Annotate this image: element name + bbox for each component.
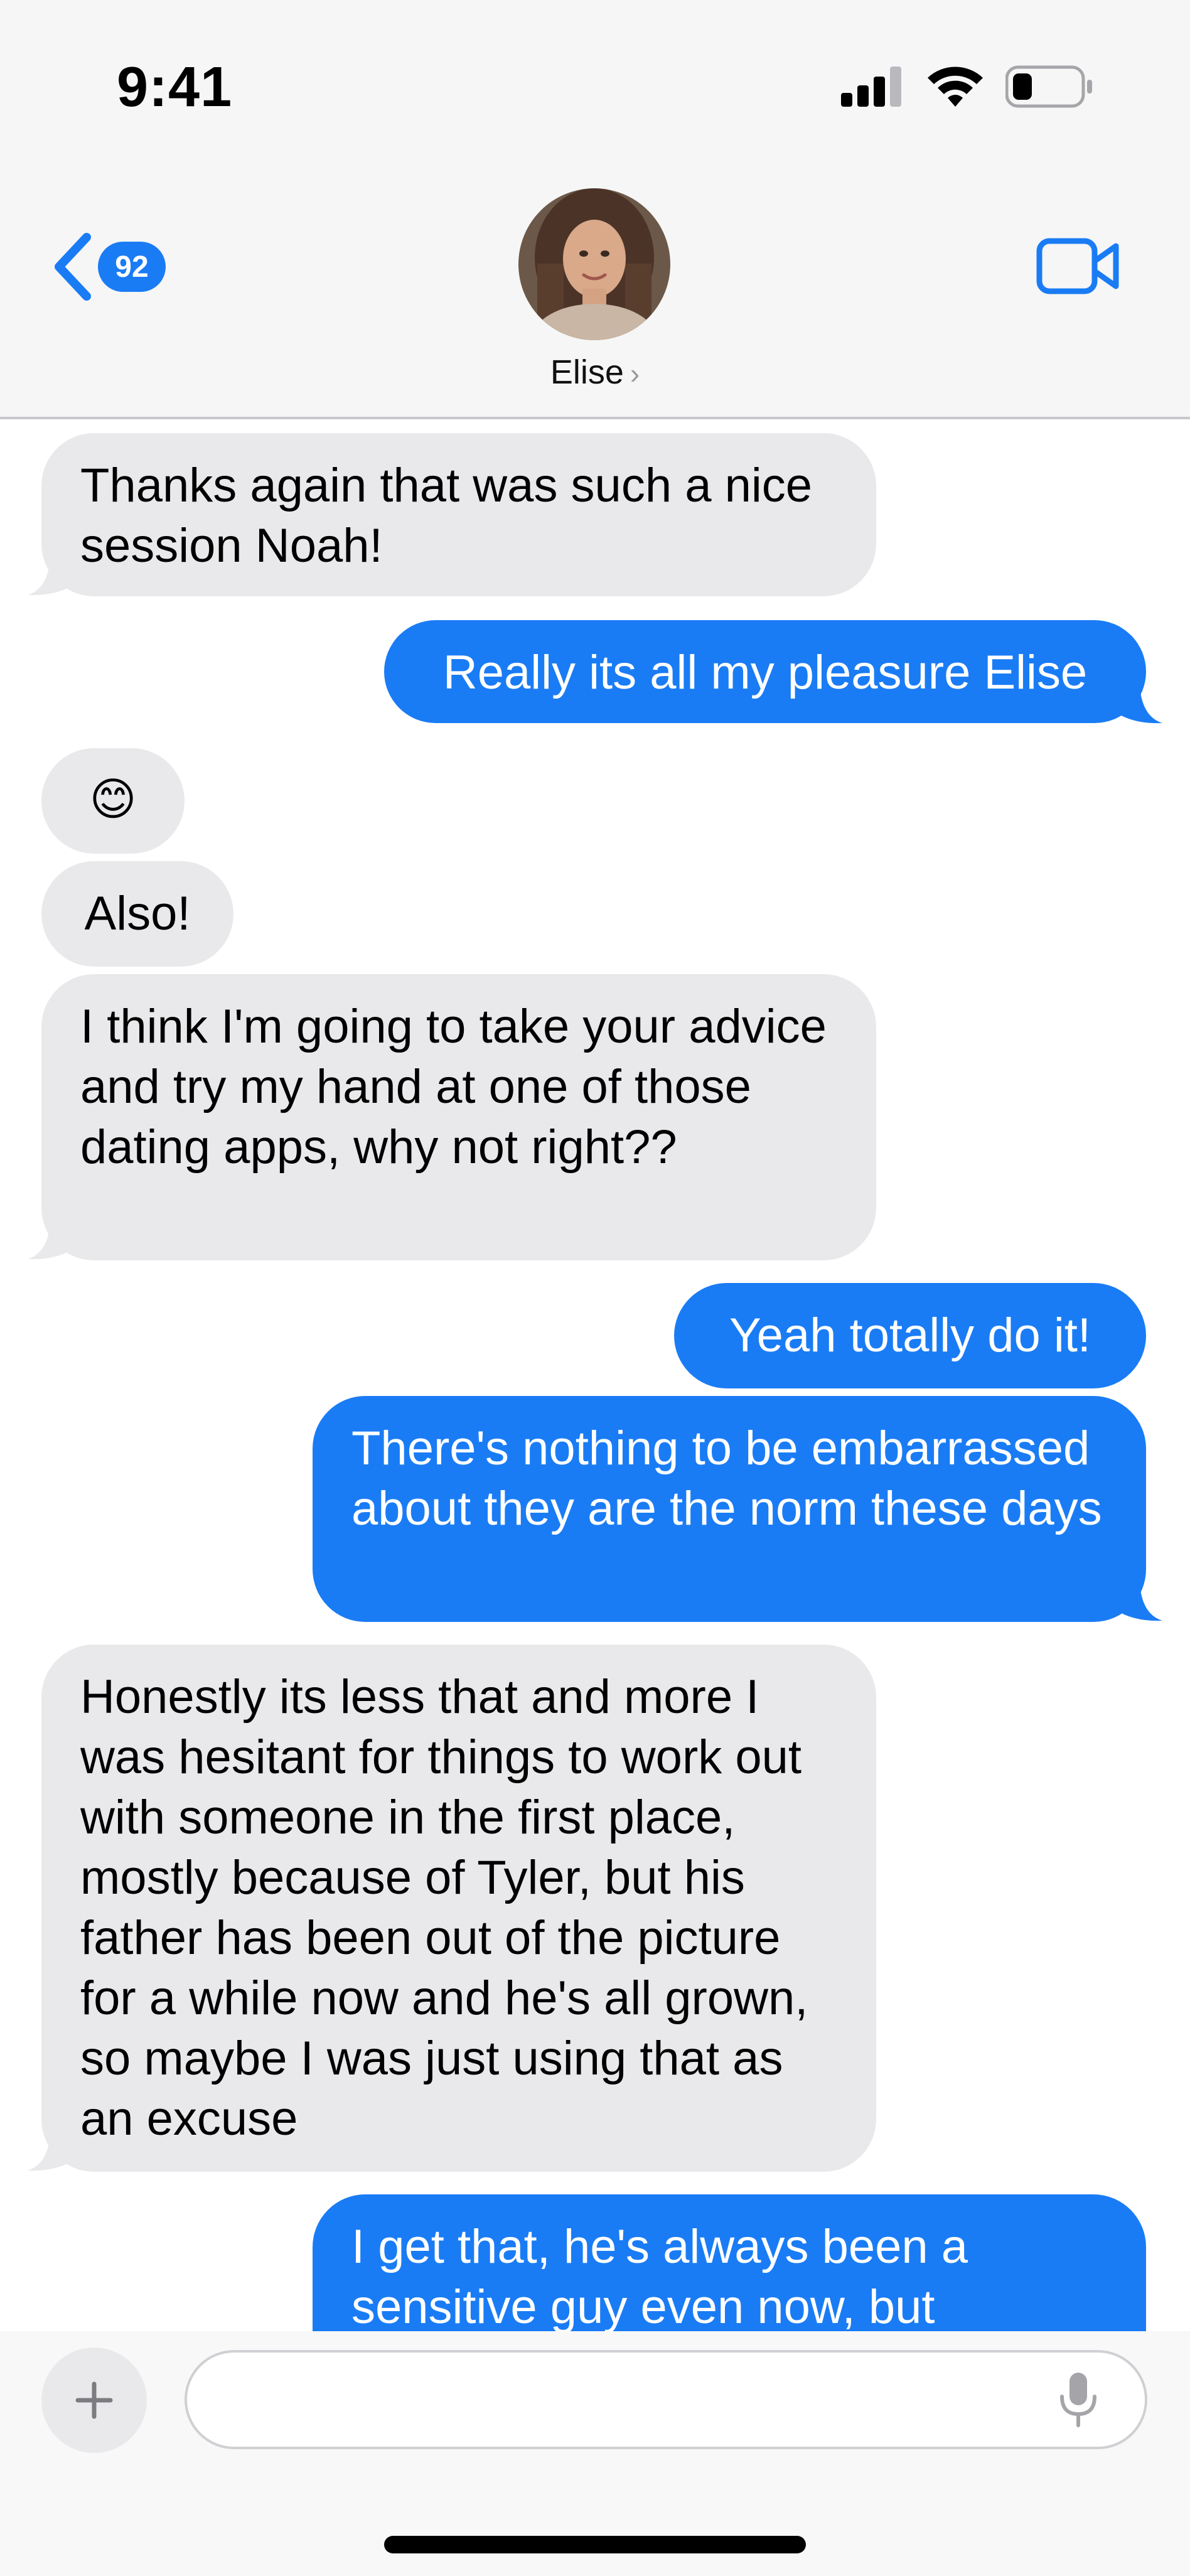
microphone-icon[interactable] — [1058, 2371, 1098, 2428]
message-outgoing[interactable]: Really its all my pleasure Elise — [384, 620, 1146, 723]
status-time: 9:41 — [117, 56, 233, 119]
back-chevron-icon[interactable] — [50, 232, 94, 301]
video-call-icon[interactable] — [1036, 236, 1121, 296]
message-input[interactable] — [185, 2350, 1147, 2449]
message-incoming[interactable]: Honestly its less that and more I was he… — [41, 1645, 876, 2172]
home-indicator — [384, 2536, 806, 2553]
unread-count-badge[interactable]: 92 — [98, 242, 166, 292]
contact-name[interactable]: Elise › — [0, 353, 1190, 392]
wifi-icon — [928, 67, 983, 107]
bubble-tail — [28, 1223, 75, 1260]
message-incoming[interactable]: I think I'm going to take your advice an… — [41, 974, 876, 1260]
plus-button[interactable] — [41, 2348, 147, 2453]
bubble-tail — [28, 2134, 75, 2171]
bubble-tail — [28, 559, 75, 596]
message-incoming[interactable]: Thanks again that was such a nice sessio… — [41, 433, 876, 596]
signal-icon — [841, 67, 901, 107]
message-incoming-emoji[interactable]: 😊 — [41, 748, 185, 854]
chevron-right-icon: › — [630, 357, 640, 390]
battery-icon — [1005, 65, 1092, 108]
avatar[interactable] — [518, 188, 670, 340]
plus-icon — [75, 2381, 113, 2419]
bubble-tail — [1115, 687, 1162, 724]
message-incoming[interactable]: Also! — [41, 861, 233, 967]
message-outgoing[interactable]: Yeah totally do it! — [674, 1283, 1146, 1388]
message-outgoing[interactable]: There's nothing to be embarrassed about … — [313, 1396, 1146, 1622]
bubble-tail — [1115, 1584, 1162, 1621]
contact-name-label: Elise — [550, 353, 624, 391]
